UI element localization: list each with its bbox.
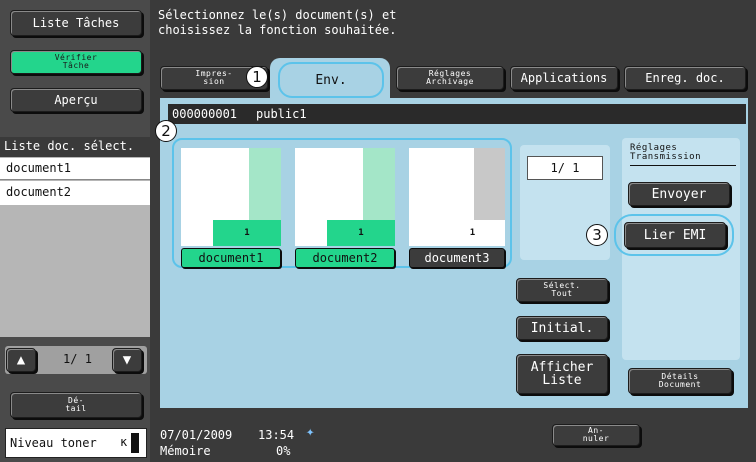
pager-text: 1/ 1 [63,352,92,366]
select-all-button[interactable]: Sélect. Tout [516,278,608,302]
list-item[interactable]: document1 [0,158,150,180]
bind-emi-button[interactable]: Lier EMI [624,222,726,248]
status-date: 07/01/2009 [160,428,233,442]
transmission-title: Réglages Transmission [630,143,736,166]
doc-page-count: 1 [440,220,505,246]
instruction-line-2: choisissez la fonction souhaitée. [158,23,397,37]
tab-applications[interactable]: Applications [510,66,618,90]
document-button[interactable]: document2 [295,248,395,268]
callout-3: 3 [586,224,608,246]
document-button[interactable]: document3 [409,248,505,268]
box-name: public1 [256,107,307,121]
doc-page-count: 1 [327,220,395,246]
document-button[interactable]: document1 [181,248,281,268]
box-id: 000000001 [172,107,238,121]
detail-button[interactable]: Dé- tail [10,392,142,418]
toner-icon: κ [120,435,128,449]
instruction-line-1: Sélectionnez le(s) document(s) et [158,8,397,22]
doc-page-count: 1 [213,220,281,246]
toner-level-bar [131,433,139,453]
status-time: 13:54 [258,428,295,442]
callout-1: 1 [246,66,268,88]
cancel-button[interactable]: An- nuler [552,424,640,446]
check-task-button[interactable]: Vérifier Tâche [10,50,142,74]
memory-value: 0% [276,444,291,458]
document-details-button[interactable]: Détails Document [628,368,732,394]
page-counter: 1/ 1 [527,156,603,180]
tab-send[interactable]: Env. [278,62,384,98]
network-icon: ✦ [306,424,315,440]
memory-label: Mémoire [160,444,211,458]
selected-docs-title: Liste doc. sélect. [0,137,150,157]
list-item[interactable]: document2 [0,181,150,205]
tab-archive-settings[interactable]: Réglages Archivage [396,66,504,90]
toner-label: Niveau toner [10,436,97,450]
show-list-button[interactable]: Afficher Liste [516,354,608,394]
arrow-up-icon[interactable]: ▲ [6,348,36,372]
box-id-bar [168,104,746,124]
arrow-down-icon[interactable]: ▼ [112,348,142,372]
tab-save-doc[interactable]: Enreg. doc. [624,66,746,90]
task-list-button[interactable]: Liste Tâches [10,10,142,36]
callout-2: 2 [155,120,177,142]
preview-button[interactable]: Aperçu [10,88,142,112]
reset-button[interactable]: Initial. [516,316,608,340]
send-button[interactable]: Envoyer [628,182,730,206]
